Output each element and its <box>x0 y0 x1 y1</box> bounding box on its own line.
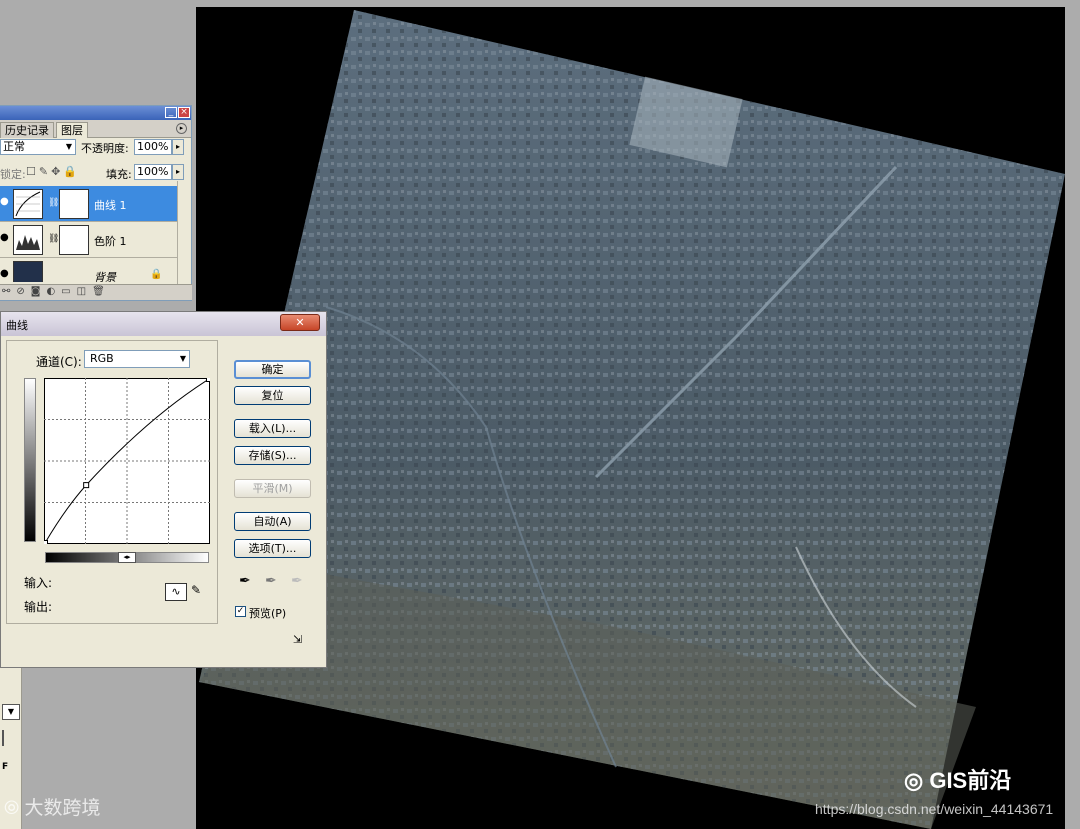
lock-icon: 🔒 <box>150 269 163 280</box>
lock-icons[interactable]: ☐✎✥🔒 <box>26 165 80 178</box>
blend-opacity-row: 正常 ▼ 不透明度: 100% ▸ <box>0 139 192 161</box>
opacity-arrow-icon[interactable]: ▸ <box>172 139 184 155</box>
curve-control-point[interactable] <box>83 482 90 489</box>
ok-button[interactable]: 确定 <box>234 360 311 379</box>
fill-label: 填充: <box>106 168 132 181</box>
layer-mask-thumbnail[interactable] <box>59 225 89 255</box>
curves-adjustment-icon <box>13 189 43 219</box>
close-button[interactable]: ✕ <box>280 314 320 331</box>
curve-graph[interactable] <box>44 378 210 544</box>
smooth-button[interactable]: 平滑(M) <box>234 479 311 498</box>
curve-control-point[interactable] <box>206 378 211 382</box>
options-button[interactable]: 选项(T)... <box>234 539 311 558</box>
auto-button[interactable]: 自动(A) <box>234 512 311 531</box>
black-eyedropper-icon[interactable]: ✒ <box>239 573 251 589</box>
watermark-gis: ◎ GIS前沿 <box>904 763 1011 795</box>
chevron-down-icon[interactable]: ▼ <box>2 704 20 720</box>
layer-name: 背景 <box>94 271 116 282</box>
blend-mode-select[interactable]: 正常 ▼ <box>0 139 76 155</box>
panel-menu-icon[interactable]: ▸ <box>176 123 187 134</box>
link-icon[interactable]: ⛓ <box>48 198 59 210</box>
tab-history[interactable]: 历史记录 <box>0 122 54 138</box>
fill-input[interactable]: 100% <box>134 164 172 180</box>
output-gradient-bar <box>24 378 36 542</box>
curve-control-point[interactable] <box>44 540 48 545</box>
channel-label: 通道(C): <box>36 355 82 369</box>
chevron-down-icon: ▼ <box>65 142 72 151</box>
dialog-titlebar[interactable]: 曲线 ✕ <box>1 312 326 336</box>
layer-row-levels[interactable]: ● ⛓ 色阶 1 <box>0 222 178 258</box>
watermark-url: https://blog.csdn.net/weixin_44143671 <box>815 801 1054 817</box>
watermark-left-text: 大数跨境 <box>24 798 101 819</box>
f-icon: F <box>2 762 9 772</box>
panel-titlebar: _ × <box>0 106 191 120</box>
expand-icon[interactable]: ⇲ <box>293 633 309 647</box>
channel-value: RGB <box>90 352 114 365</box>
lock-fill-row: 锁定: ☐✎✥🔒 填充: 100% ▸ <box>0 164 192 186</box>
save-button[interactable]: 存储(S)... <box>234 446 311 465</box>
eye-icon[interactable]: ● <box>0 196 10 210</box>
watermark-left: ⦾ 大数跨境 <box>4 798 101 819</box>
preview-checkbox[interactable]: ✓ <box>235 606 246 617</box>
load-button[interactable]: 载入(L)... <box>234 419 311 438</box>
gray-eyedropper-icon[interactable]: ✒ <box>265 573 277 589</box>
channel-select[interactable]: RGB ▼ <box>84 350 190 368</box>
output-label: 输出: <box>24 600 53 614</box>
layer-row-curves[interactable]: ● ⛓ 曲线 1 <box>0 186 178 222</box>
wechat-icon: ◎ <box>904 768 924 793</box>
watermark-gis-text: GIS前沿 <box>929 768 1012 793</box>
curve-tools: ∿ ✎ <box>165 583 207 603</box>
white-eyedropper-icon[interactable]: ✒ <box>291 573 303 589</box>
dialog-title: 曲线 <box>6 319 28 332</box>
levels-adjustment-icon <box>13 225 43 255</box>
link-icon[interactable]: ⛓ <box>48 234 59 246</box>
input-label: 输入: <box>24 576 53 590</box>
close-icon[interactable]: × <box>178 107 190 118</box>
eye-icon[interactable]: ● <box>0 232 10 246</box>
minimize-icon[interactable]: _ <box>165 107 177 118</box>
tab-layers[interactable]: 图层 <box>56 122 88 138</box>
eye-icon[interactable]: ● <box>0 268 10 282</box>
layers-scrollbar[interactable] <box>177 181 191 285</box>
reset-button[interactable]: 复位 <box>234 386 311 405</box>
opacity-label: 不透明度: <box>81 142 129 155</box>
curve-tool-icon[interactable]: ∿ <box>165 583 187 601</box>
panel-tabs: 历史记录 图层 ▸ <box>0 120 191 138</box>
layer-name: 色阶 1 <box>94 235 127 248</box>
layer-row-background[interactable]: ● 背景 🔒 <box>0 258 178 282</box>
lock-label: 锁定: <box>0 168 26 181</box>
blend-mode-value: 正常 <box>3 140 25 153</box>
preview-label: 预览(P) <box>249 607 287 620</box>
layers-panel: _ × 历史记录 图层 ▸ 正常 ▼ 不透明度: 100% ▸ 锁定: ☐✎✥🔒… <box>0 105 192 301</box>
gradient-toggle-icon[interactable]: ◂▸ <box>118 552 136 563</box>
layer-name: 曲线 1 <box>94 199 127 212</box>
fill-arrow-icon[interactable]: ▸ <box>172 164 184 180</box>
background-thumbnail <box>13 261 43 282</box>
curves-dialog: 曲线 ✕ 通道(C): RGB ▼ ◂▸ 输入: 输出: ∿ ✎ 确定 复位 载… <box>0 311 327 668</box>
eyedropper-group: ✒ ✒ ✒ <box>239 573 309 591</box>
pencil-icon[interactable]: ✎ <box>191 583 207 601</box>
divider <box>2 730 20 746</box>
opacity-input[interactable]: 100% <box>134 139 172 155</box>
layers-toolbar[interactable]: ⚯⊘◙◐▭◫🗑 <box>0 284 192 300</box>
layer-mask-thumbnail[interactable] <box>59 189 89 219</box>
chevron-down-icon: ▼ <box>179 354 186 363</box>
